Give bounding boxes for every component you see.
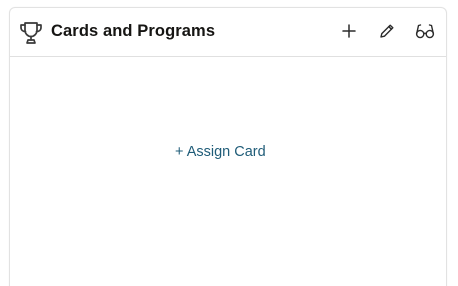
edit-button[interactable]: [376, 22, 398, 44]
add-button[interactable]: [338, 22, 360, 44]
page: Cards and Programs + Assign Card: [0, 0, 458, 286]
pencil-icon: [378, 22, 396, 45]
view-button[interactable]: [414, 22, 436, 44]
cards-and-programs-panel: Cards and Programs + Assign Card: [9, 7, 447, 286]
trophy-icon: [18, 20, 44, 46]
assign-card-link[interactable]: + Assign Card: [175, 144, 266, 160]
plus-icon: [341, 23, 357, 44]
glasses-icon: [415, 22, 435, 45]
panel-title: Cards and Programs: [51, 22, 216, 40]
panel-header: Cards and Programs: [10, 8, 446, 57]
